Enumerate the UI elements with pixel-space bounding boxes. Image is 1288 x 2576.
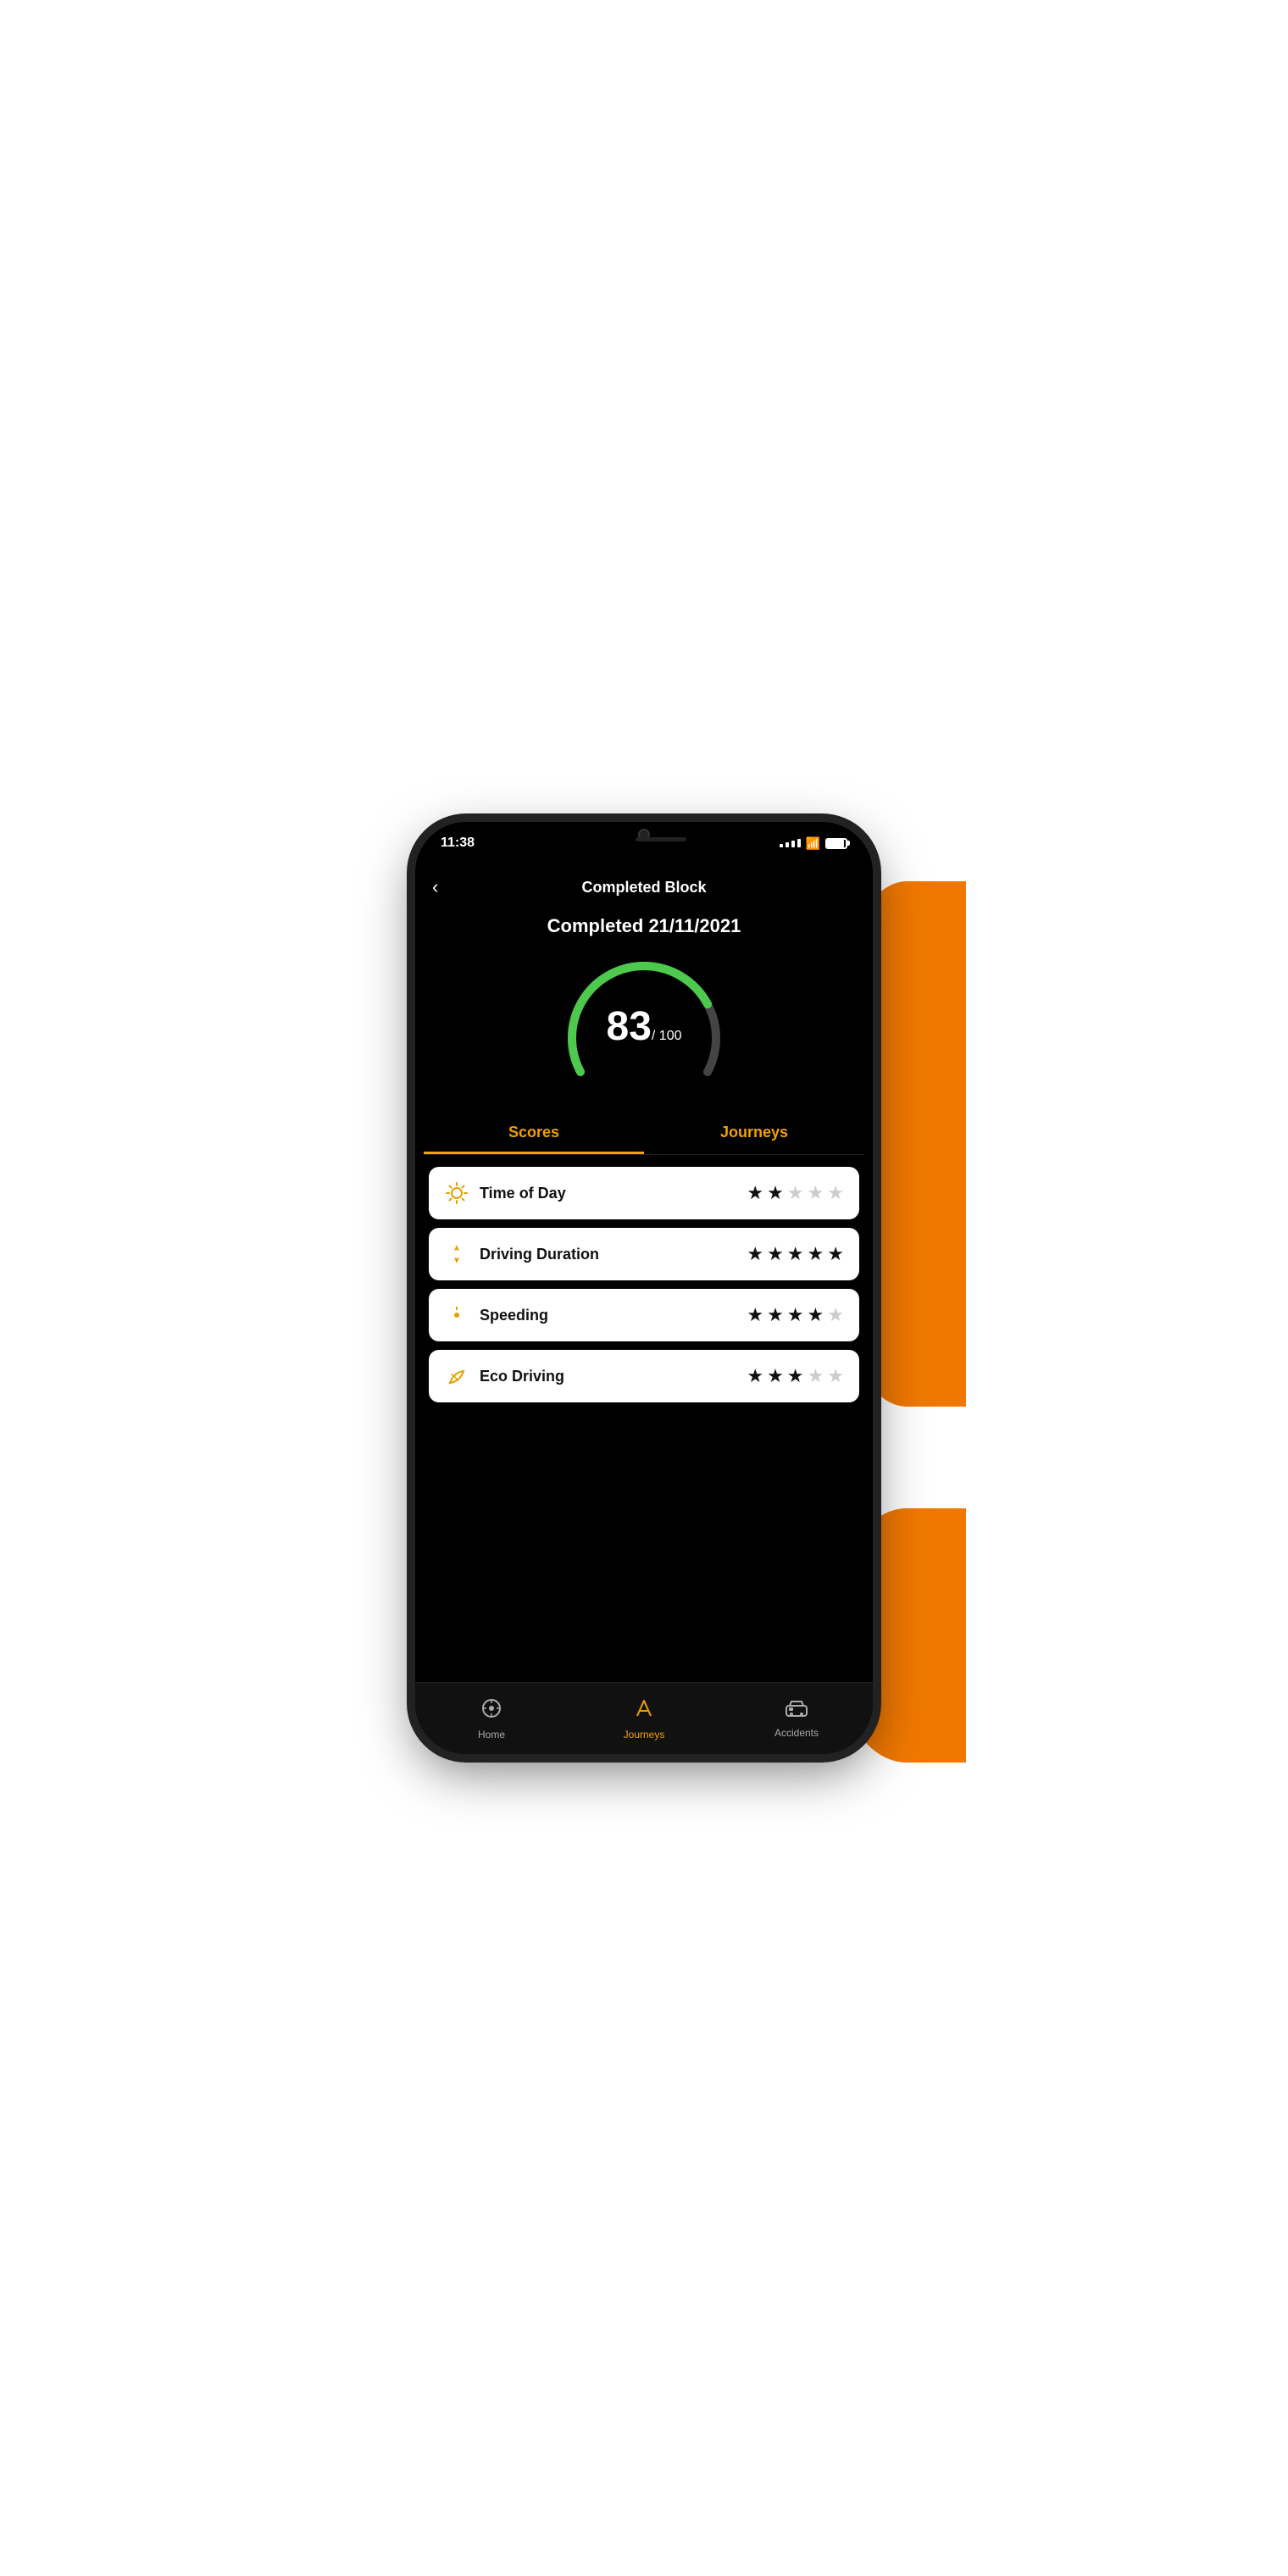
- status-time: 11:38: [441, 836, 475, 851]
- nav-label-accidents: Accidents: [774, 1727, 819, 1739]
- star-1: ★: [747, 1365, 763, 1387]
- score-label-speeding: Speeding: [480, 1307, 736, 1324]
- signal-dot-2: [786, 842, 789, 847]
- time-of-day-icon: [444, 1180, 469, 1206]
- scores-list: Time of Day ★ ★ ★ ★ ★: [415, 1155, 873, 1682]
- stars-driving-duration: ★ ★ ★ ★ ★: [747, 1243, 844, 1265]
- signal-dot-3: [791, 841, 795, 847]
- phone-screen: ‹ Completed Block Completed 21/11/2021 8…: [415, 864, 873, 1754]
- star-5: ★: [827, 1365, 844, 1387]
- stars-time-of-day: ★ ★ ★ ★ ★: [747, 1182, 844, 1204]
- eco-driving-icon: [444, 1363, 469, 1389]
- gauge-number: 83: [607, 1004, 652, 1049]
- score-item-time-of-day[interactable]: Time of Day ★ ★ ★ ★ ★: [429, 1167, 859, 1219]
- score-label-time-of-day: Time of Day: [480, 1185, 736, 1202]
- bottom-nav: Home Journeys: [415, 1682, 873, 1754]
- star-5: ★: [827, 1182, 844, 1204]
- status-icons: 📶: [780, 836, 847, 851]
- gauge-wrapper: 83/ 100: [559, 949, 729, 1102]
- star-3: ★: [787, 1304, 804, 1326]
- stars-eco-driving: ★ ★ ★ ★ ★: [747, 1365, 844, 1387]
- gauge-outof: / 100: [652, 1029, 682, 1043]
- star-2: ★: [767, 1304, 784, 1326]
- star-3: ★: [787, 1365, 804, 1387]
- score-label-driving-duration: Driving Duration: [480, 1246, 736, 1263]
- stars-speeding: ★ ★ ★ ★ ★: [747, 1304, 844, 1326]
- tabs-container: Scores Journeys: [424, 1113, 864, 1155]
- star-2: ★: [767, 1182, 784, 1204]
- driving-duration-icon: [444, 1241, 469, 1267]
- star-4: ★: [808, 1304, 824, 1326]
- nav-item-journeys[interactable]: Journeys: [568, 1697, 720, 1740]
- back-button[interactable]: ‹: [432, 876, 458, 898]
- gauge-container: 83/ 100: [415, 949, 873, 1113]
- star-4: ★: [808, 1182, 824, 1204]
- speeding-icon: [444, 1302, 469, 1328]
- star-2: ★: [767, 1365, 784, 1387]
- page-wrapper: 11:38 📶 ‹ Completed Block: [322, 644, 966, 1932]
- star-5: ★: [827, 1243, 844, 1265]
- status-bar: 11:38 📶: [415, 822, 873, 864]
- star-5: ★: [827, 1304, 844, 1326]
- header: ‹ Completed Block: [415, 864, 873, 907]
- score-item-eco-driving[interactable]: Eco Driving ★ ★ ★ ★ ★: [429, 1350, 859, 1402]
- nav-label-home: Home: [478, 1729, 505, 1740]
- phone-frame: 11:38 📶 ‹ Completed Block: [415, 822, 873, 1754]
- nav-item-home[interactable]: Home: [415, 1697, 568, 1740]
- battery-fill: [827, 840, 844, 847]
- tab-scores[interactable]: Scores: [424, 1113, 644, 1154]
- star-3: ★: [787, 1243, 804, 1265]
- home-icon: [480, 1697, 502, 1725]
- nav-label-journeys: Journeys: [624, 1729, 665, 1740]
- star-3: ★: [787, 1182, 804, 1204]
- battery-icon: [825, 838, 847, 849]
- star-1: ★: [747, 1243, 763, 1265]
- page-title: Completed Block: [458, 879, 830, 897]
- signal-dots: [780, 839, 801, 847]
- wifi-icon: 📶: [806, 836, 820, 851]
- score-item-speeding[interactable]: Speeding ★ ★ ★ ★ ★: [429, 1289, 859, 1341]
- accidents-icon: [785, 1699, 808, 1724]
- tab-journeys[interactable]: Journeys: [644, 1113, 864, 1154]
- score-item-driving-duration[interactable]: Driving Duration ★ ★ ★ ★ ★: [429, 1228, 859, 1280]
- signal-dot-1: [780, 844, 783, 847]
- speaker-notch: [636, 837, 686, 841]
- star-1: ★: [747, 1182, 763, 1204]
- star-4: ★: [808, 1243, 824, 1265]
- star-4: ★: [808, 1365, 824, 1387]
- nav-item-accidents[interactable]: Accidents: [720, 1699, 873, 1739]
- signal-dot-4: [797, 839, 801, 847]
- gauge-score: 83/ 100: [607, 1007, 682, 1047]
- star-1: ★: [747, 1304, 763, 1326]
- score-label-eco-driving: Eco Driving: [480, 1368, 736, 1385]
- star-2: ★: [767, 1243, 784, 1265]
- journeys-icon: [633, 1697, 655, 1725]
